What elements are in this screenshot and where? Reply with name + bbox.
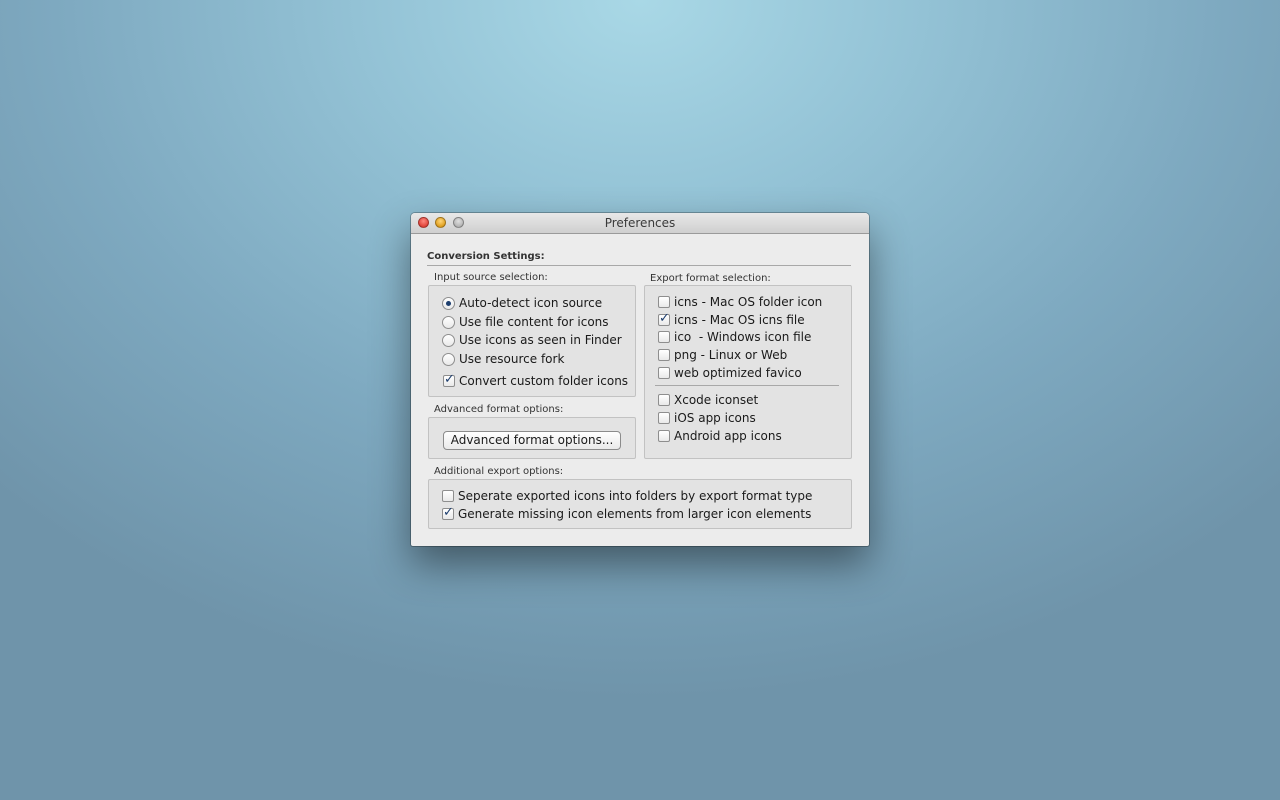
checkbox-separate-folders[interactable]: Seperate exported icons into folders by …	[442, 488, 812, 504]
checkbox-ico-windows[interactable]: ico - Windows icon file	[658, 329, 811, 345]
checkbox-label: Generate missing icon elements from larg…	[458, 507, 812, 521]
radio-auto-detect[interactable]: Auto-detect icon source	[442, 295, 602, 311]
checkbox-android-app-icons[interactable]: Android app icons	[658, 428, 782, 444]
checkbox-label: web optimized favico	[674, 366, 802, 380]
checkbox-icon[interactable]	[442, 490, 454, 502]
radio-button-icon[interactable]	[442, 296, 455, 310]
checkbox-label: icns - Mac OS folder icon	[674, 295, 823, 309]
checkbox-favico[interactable]: web optimized favico	[658, 365, 802, 381]
export-format-label: Export format selection:	[650, 273, 771, 284]
checkbox-label: Seperate exported icons into folders by …	[458, 489, 813, 503]
radio-label: Use file content for icons	[459, 315, 609, 329]
checkbox-generate-missing[interactable]: Generate missing icon elements from larg…	[442, 505, 812, 522]
radio-label: Use resource fork	[459, 352, 565, 366]
additional-export-box: Seperate exported icons into folders by …	[428, 479, 852, 529]
checkbox-icns-folder[interactable]: icns - Mac OS folder icon	[658, 294, 822, 310]
checkbox-icon[interactable]	[658, 412, 670, 424]
radio-button-icon[interactable]	[442, 333, 455, 347]
checkbox-icon[interactable]	[658, 349, 670, 361]
checkbox-icon[interactable]	[658, 430, 670, 442]
export-format-divider	[655, 385, 839, 386]
radio-button-icon[interactable]	[442, 352, 455, 366]
advanced-format-label: Advanced format options:	[434, 404, 564, 415]
input-source-box: Auto-detect icon source Use file content…	[428, 285, 636, 397]
preferences-window: Preferences Conversion Settings: Input s…	[411, 213, 869, 546]
additional-export-label: Additional export options:	[434, 466, 564, 477]
checkbox-label: ico - Windows icon file	[674, 330, 812, 344]
checkbox-label: iOS app icons	[674, 411, 756, 425]
checkbox-ios-app-icons[interactable]: iOS app icons	[658, 410, 756, 426]
checkbox-label: Xcode iconset	[674, 393, 759, 407]
checkbox-checked-icon[interactable]	[443, 372, 455, 387]
checkbox-label: Convert custom folder icons	[459, 374, 629, 388]
checkbox-label: Android app icons	[674, 429, 782, 443]
export-format-box: icns - Mac OS folder icon icns - Mac OS …	[644, 285, 852, 459]
checkbox-icon[interactable]	[658, 331, 670, 343]
radio-file-content[interactable]: Use file content for icons	[442, 314, 609, 330]
checkbox-icon[interactable]	[658, 296, 670, 308]
checkbox-checked-icon[interactable]	[442, 505, 454, 520]
radio-label: Use icons as seen in Finder	[459, 333, 622, 347]
title-bar[interactable]: Preferences	[411, 213, 869, 234]
section-divider	[427, 265, 851, 266]
window-title: Preferences	[604, 216, 676, 230]
radio-label: Auto-detect icon source	[459, 296, 603, 310]
checkbox-icon[interactable]	[658, 394, 670, 406]
checkbox-xcode-iconset[interactable]: Xcode iconset	[658, 392, 758, 408]
advanced-format-options-button[interactable]: Advanced format options...	[443, 431, 621, 450]
checkbox-icon[interactable]	[658, 367, 670, 379]
checkbox-icns-file[interactable]: icns - Mac OS icns file	[658, 311, 805, 328]
radio-resource-fork[interactable]: Use resource fork	[442, 351, 564, 367]
radio-finder-icons[interactable]: Use icons as seen in Finder	[442, 332, 622, 348]
input-source-label: Input source selection:	[434, 272, 548, 283]
checkbox-checked-icon[interactable]	[658, 311, 670, 326]
checkbox-label: png - Linux or Web	[674, 348, 788, 362]
checkbox-label: icns - Mac OS icns file	[674, 313, 805, 327]
conversion-settings-title: Conversion Settings:	[427, 251, 545, 262]
checkbox-png[interactable]: png - Linux or Web	[658, 347, 787, 363]
radio-button-icon[interactable]	[442, 315, 455, 329]
checkbox-convert-custom-folder[interactable]: Convert custom folder icons	[443, 372, 629, 389]
